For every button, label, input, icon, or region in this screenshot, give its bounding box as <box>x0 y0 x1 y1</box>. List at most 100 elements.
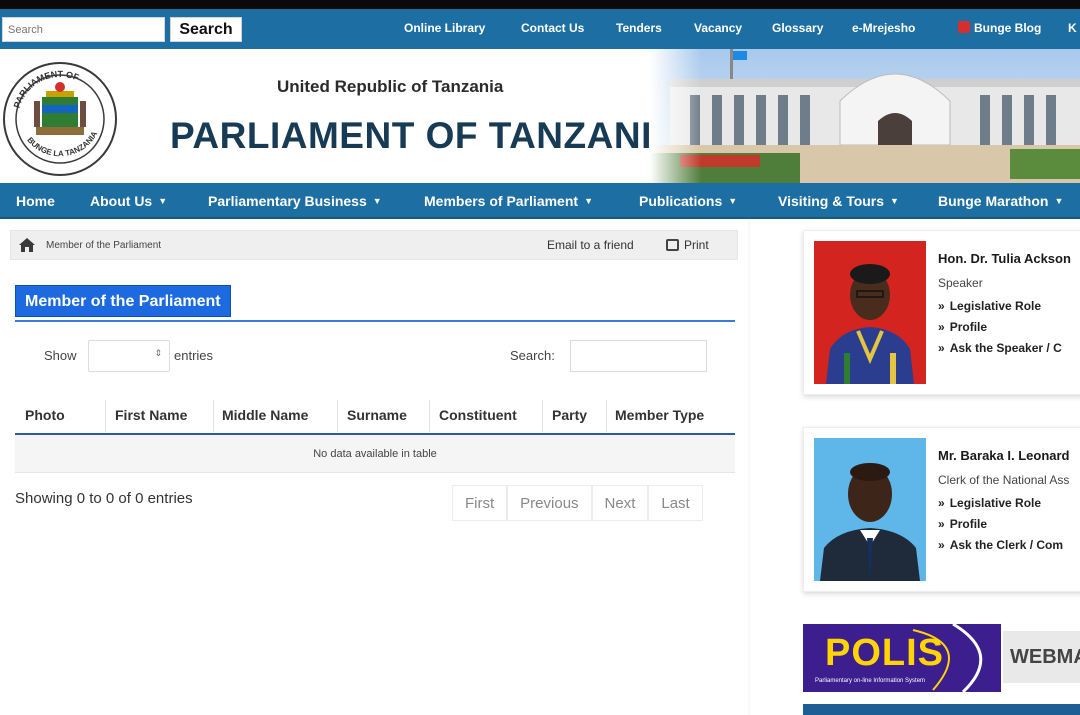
nav-parliamentary-business-label: Parliamentary Business <box>208 193 367 209</box>
nav-marathon-label: Bunge Marathon <box>938 193 1049 209</box>
nav-about-us-label: About Us <box>90 193 153 209</box>
speaker-profile-label: Profile <box>949 320 988 334</box>
nav-publications-label: Publications <box>639 193 723 209</box>
ask-clerk-label: Ask the Clerk / Com <box>949 538 1064 552</box>
vacancy-link[interactable]: Vacancy <box>694 21 742 35</box>
polis-banner[interactable]: POLIS Parliamentary on-line Information … <box>803 624 1001 692</box>
contact-us-link[interactable]: Contact Us <box>521 21 584 35</box>
column-divider <box>213 400 214 432</box>
print-link[interactable]: Print <box>666 238 709 252</box>
entries-per-page-select[interactable]: ⇕ <box>88 340 170 372</box>
caret-down-icon: ▼ <box>372 196 382 206</box>
column-divider <box>542 400 543 432</box>
clerk-legislative-role-label: Legislative Role <box>949 496 1042 510</box>
tenders-link[interactable]: Tenders <box>616 21 662 35</box>
pager-next-button[interactable]: Next <box>591 485 649 521</box>
caret-down-icon: ▼ <box>584 196 593 206</box>
clerk-profile-link[interactable]: » Profile <box>938 517 987 531</box>
language-link[interactable]: K <box>1068 21 1077 35</box>
site-header: PARLIAMENT OF BUNGE LA TANZANIA United R… <box>0 49 1080 183</box>
speaker-name[interactable]: Hon. Dr. Tulia Ackson <box>938 251 1071 266</box>
column-middle-name[interactable]: Middle Name <box>222 407 308 423</box>
blog-icon <box>958 21 970 33</box>
print-icon <box>666 239 679 251</box>
double-chevron-icon: » <box>938 496 945 510</box>
breadcrumb: Member of the Parliament Email to a frie… <box>10 230 738 260</box>
speaker-photo[interactable] <box>814 241 926 384</box>
speaker-role: Speaker <box>938 276 983 290</box>
pager-previous-button[interactable]: Previous <box>507 485 592 521</box>
table-info: Showing 0 to 0 of 0 entries <box>15 490 193 507</box>
nav-about-us[interactable]: About Us ▼ <box>90 193 167 209</box>
nav-members-label: Members of Parliament <box>424 193 579 209</box>
speaker-profile-link[interactable]: » Profile <box>938 320 987 334</box>
bunge-blog-link[interactable]: Bunge Blog <box>958 21 1041 35</box>
column-divider <box>337 400 338 432</box>
column-photo[interactable]: Photo <box>25 407 65 423</box>
column-member-type[interactable]: Member Type <box>615 407 704 423</box>
double-chevron-icon: » <box>938 341 945 355</box>
glossary-link[interactable]: Glossary <box>772 21 823 35</box>
nav-members-of-parliament[interactable]: Members of Parliament ▼ <box>424 193 593 209</box>
webmail-label: WEBMA <box>1010 646 1080 668</box>
column-surname[interactable]: Surname <box>347 407 407 423</box>
nav-visiting-tours[interactable]: Visiting & Tours ▼ <box>778 193 899 209</box>
column-constituent[interactable]: Constituent <box>439 407 517 423</box>
country-name: United Republic of Tanzania <box>277 77 504 96</box>
parliament-building-image <box>650 49 1080 183</box>
breadcrumb-current: Member of the Parliament <box>46 240 162 251</box>
window-top-strip <box>0 0 1080 9</box>
e-mrejesho-link[interactable]: e-Mrejesho <box>852 21 915 35</box>
table-search-label: Search: <box>510 348 555 363</box>
parliament-seal-icon[interactable]: PARLIAMENT OF BUNGE LA TANZANIA <box>2 61 118 177</box>
ask-clerk-link[interactable]: » Ask the Clerk / Com <box>938 538 1063 552</box>
email-to-friend-link[interactable]: Email to a friend <box>547 238 634 252</box>
column-divider <box>105 400 106 432</box>
clerk-legislative-role-link[interactable]: » Legislative Role <box>938 496 1041 510</box>
home-icon[interactable] <box>18 237 36 253</box>
pager-first-button[interactable]: First <box>452 485 508 521</box>
ask-speaker-link[interactable]: » Ask the Speaker / C <box>938 341 1062 355</box>
nav-home[interactable]: Home <box>16 193 55 209</box>
select-arrows-icon: ⇕ <box>154 348 162 358</box>
caret-down-icon: ▼ <box>1054 196 1064 206</box>
utility-links: Online Library Contact Us Tenders Vacanc… <box>0 21 1080 39</box>
column-divider <box>429 400 430 432</box>
table-empty-row: No data available in table <box>15 435 735 473</box>
column-party[interactable]: Party <box>552 407 587 423</box>
clerk-card: Mr. Baraka I. Leonard Clerk of the Natio… <box>803 427 1080 592</box>
clerk-photo[interactable] <box>814 438 926 581</box>
column-first-name[interactable]: First Name <box>115 407 187 423</box>
main-navigation: Home About Us ▼ Parliamentary Business ▼ M… <box>0 183 1080 219</box>
site-title: PARLIAMENT OF TANZANIA <box>170 115 680 156</box>
clerk-profile-label: Profile <box>949 517 988 531</box>
column-divider <box>606 400 607 432</box>
page-title: Member of the Parliament <box>15 285 231 317</box>
caret-down-icon: ▼ <box>890 196 899 206</box>
show-label: Show <box>44 348 77 363</box>
title-divider <box>15 320 735 322</box>
speaker-card: Hon. Dr. Tulia Ackson Speaker » Legislati… <box>803 230 1080 395</box>
nav-bunge-marathon[interactable]: Bunge Marathon ▼ <box>938 193 1063 209</box>
pager-last-button[interactable]: Last <box>648 485 703 521</box>
caret-down-icon: ▼ <box>728 196 738 206</box>
speaker-legislative-role-link[interactable]: » Legislative Role <box>938 299 1041 313</box>
members-table: Photo First Name Middle Name Surname Con… <box>15 395 735 473</box>
main-content: Member of the Parliament Email to a frie… <box>0 219 748 715</box>
entries-label: entries <box>174 348 214 363</box>
nav-publications[interactable]: Publications ▼ <box>639 193 737 209</box>
double-chevron-icon: » <box>938 299 945 313</box>
polis-subtitle: Parliamentary on-line Information System <box>815 678 926 684</box>
bunge-blog-label: Bunge Blog <box>974 21 1042 35</box>
table-header: Photo First Name Middle Name Surname Con… <box>15 395 735 435</box>
pagination: First Previous Next Last <box>452 485 703 521</box>
webmail-banner[interactable]: WEBMA <box>1003 631 1080 683</box>
table-search-input[interactable] <box>570 340 707 372</box>
clerk-name[interactable]: Mr. Baraka I. Leonard <box>938 448 1070 463</box>
nav-parliamentary-business[interactable]: Parliamentary Business ▼ <box>208 193 382 209</box>
online-library-link[interactable]: Online Library <box>404 21 485 35</box>
polis-logo-text: POLIS <box>825 632 945 674</box>
caret-down-icon: ▼ <box>158 196 168 206</box>
double-chevron-icon: » <box>938 517 945 531</box>
ask-speaker-label: Ask the Speaker / C <box>949 341 1062 355</box>
